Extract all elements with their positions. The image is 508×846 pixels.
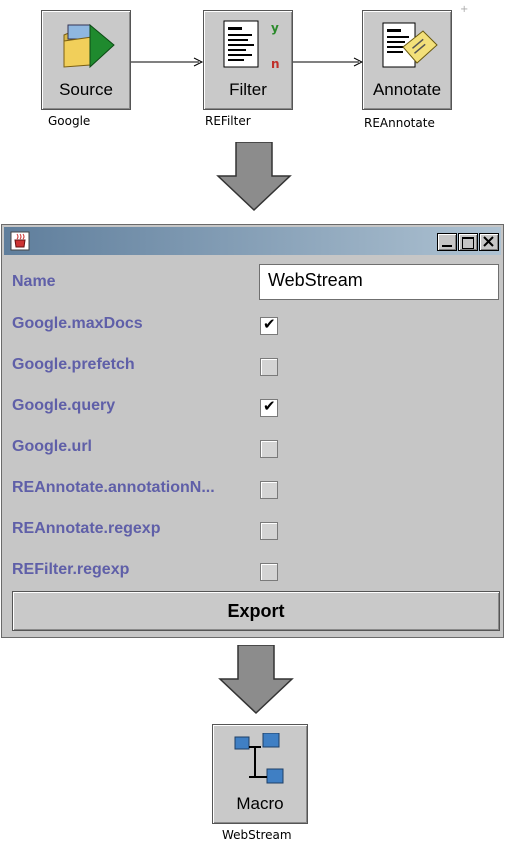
macro-tree-icon	[234, 733, 284, 784]
name-label: Name	[12, 273, 56, 290]
filter-yes-flag: y	[271, 21, 279, 35]
property-label: REAnnotate.annotationN...	[12, 479, 215, 496]
property-label: REFilter.regexp	[12, 561, 130, 578]
annotate-node-sublabel: REAnnotate	[364, 116, 435, 130]
property-row-google-query: Google.query	[10, 387, 260, 427]
document-filter-icon	[223, 20, 259, 68]
name-field[interactable]: WebStream	[259, 264, 499, 300]
source-node-sublabel: Google	[48, 114, 91, 128]
close-button[interactable]	[479, 233, 499, 251]
connector-arrow	[293, 57, 363, 67]
folder-arrow-icon	[63, 23, 115, 69]
macro-node[interactable]: Macro	[212, 724, 308, 824]
filter-node-label: Filter	[229, 80, 267, 99]
property-label: Google.maxDocs	[12, 315, 143, 332]
property-row-google-maxdocs: Google.maxDocs	[10, 305, 260, 345]
export-dialog: Name WebStream Google.maxDocs ✔ Google.p…	[1, 224, 504, 638]
filter-node-sublabel: REFilter	[205, 114, 251, 128]
macro-node-label: Macro	[236, 794, 284, 813]
property-row-reannotate-regexp: REAnnotate.regexp	[10, 510, 260, 550]
export-button[interactable]: Export	[12, 591, 500, 631]
source-node-label: Source	[59, 80, 113, 99]
property-label: REAnnotate.regexp	[12, 520, 161, 537]
plus-icon: +	[460, 4, 469, 15]
property-label: Google.query	[12, 397, 116, 414]
filter-node[interactable]: y n Filter	[203, 10, 293, 110]
source-node[interactable]: Source	[41, 10, 131, 110]
java-cup-icon	[10, 231, 30, 251]
down-arrow-icon	[216, 142, 292, 212]
refilter-regexp-checkbox[interactable]	[260, 563, 278, 581]
filter-no-flag: n	[271, 57, 280, 71]
annotate-node-label: Annotate	[372, 80, 442, 99]
reannotate-regexp-checkbox[interactable]	[260, 522, 278, 540]
title-bar[interactable]	[4, 227, 501, 255]
google-query-checkbox[interactable]: ✔	[260, 397, 278, 417]
down-arrow-icon	[218, 645, 294, 715]
property-label: Google.prefetch	[12, 356, 135, 373]
connector-arrow	[131, 57, 204, 67]
google-maxdocs-checkbox[interactable]: ✔	[260, 315, 278, 335]
name-row: Name	[10, 263, 260, 303]
google-prefetch-checkbox[interactable]	[260, 358, 278, 376]
reannotate-annotationname-checkbox[interactable]	[260, 481, 278, 499]
maximize-icon	[462, 237, 474, 249]
document-note-icon	[382, 22, 438, 68]
property-label: Google.url	[12, 438, 92, 455]
maximize-button[interactable]	[458, 233, 478, 251]
macro-node-sublabel: WebStream	[222, 828, 292, 842]
property-row-refilter-regexp: REFilter.regexp	[10, 551, 260, 591]
close-icon	[483, 236, 494, 247]
google-url-checkbox[interactable]	[260, 440, 278, 458]
check-icon: ✔	[263, 315, 276, 333]
property-row-google-prefetch: Google.prefetch	[10, 346, 260, 386]
annotate-node[interactable]: Annotate	[362, 10, 452, 110]
check-icon: ✔	[263, 397, 276, 415]
property-row-reannotate-annotationname: REAnnotate.annotationN...	[10, 469, 260, 509]
minimize-button[interactable]	[437, 233, 457, 251]
property-row-google-url: Google.url	[10, 428, 260, 468]
minimize-icon	[442, 245, 452, 247]
